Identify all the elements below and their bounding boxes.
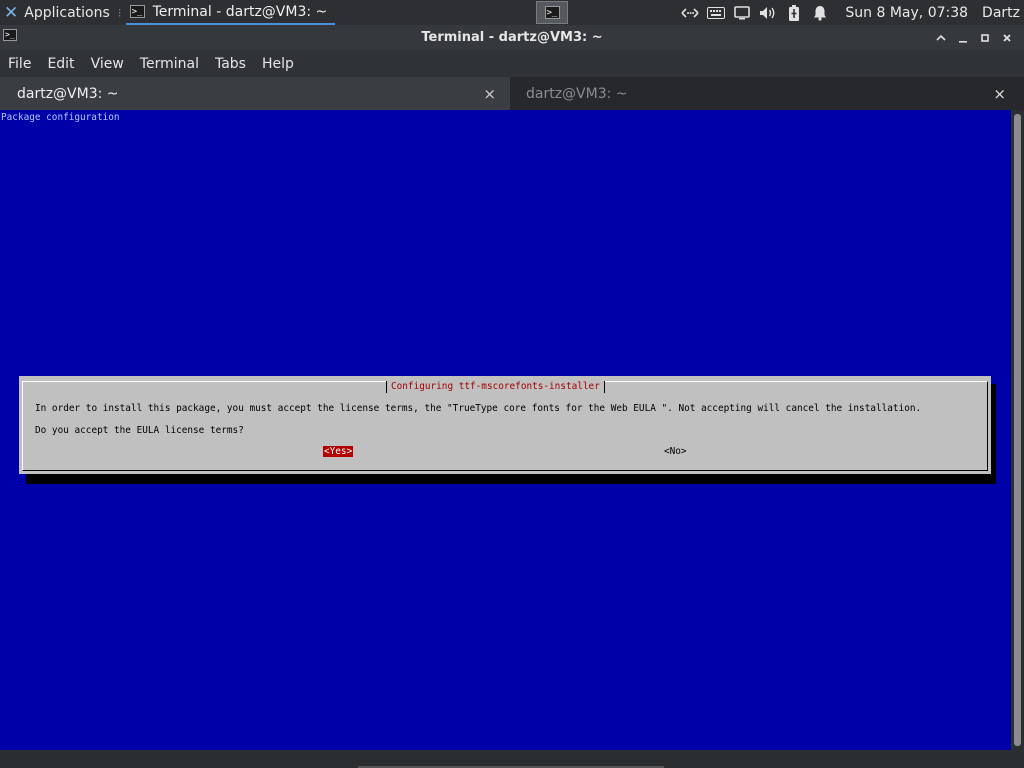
terminal-launcher-button[interactable]: >_: [536, 1, 568, 24]
dialog-frame: Configuring ttf-mscorefonts-installer In…: [22, 381, 988, 471]
window-title: Terminal - dartz@VM3: ~: [421, 30, 603, 45]
dialog-question: Do you accept the EULA license terms?: [35, 425, 244, 436]
volume-icon[interactable]: [758, 3, 778, 23]
close-tab-icon[interactable]: ×: [993, 85, 1006, 103]
window-titlebar[interactable]: >_ Terminal - dartz@VM3: ~: [0, 25, 1024, 50]
keyboard-icon[interactable]: [706, 3, 726, 23]
menu-help[interactable]: Help: [254, 56, 302, 72]
shade-window-icon[interactable]: [930, 27, 952, 49]
taskbar-terminal-button[interactable]: >_ Terminal - dartz@VM3: ~: [125, 0, 336, 25]
user-menu[interactable]: Dartz: [982, 5, 1020, 21]
battery-icon[interactable]: [784, 3, 804, 23]
minimize-window-icon[interactable]: [952, 27, 974, 49]
menu-edit[interactable]: Edit: [39, 56, 82, 72]
terminal-scrollbar[interactable]: [1011, 110, 1024, 750]
window-terminal-icon[interactable]: >_: [3, 29, 17, 41]
close-window-icon[interactable]: [996, 27, 1018, 49]
maximize-window-icon[interactable]: [974, 27, 996, 49]
menu-view[interactable]: View: [83, 56, 132, 72]
network-icon[interactable]: [680, 3, 700, 23]
taskbar-terminal-label: Terminal - dartz@VM3: ~: [152, 3, 328, 20]
dialog-message: In order to install this package, you mu…: [35, 403, 922, 414]
menu-bar: File Edit View Terminal Tabs Help: [0, 50, 1024, 77]
terminal-area[interactable]: Package configuration Configuring ttf-ms…: [0, 110, 1011, 750]
applications-label: Applications: [24, 4, 110, 21]
panel-handle-icon: ⁝: [117, 5, 122, 20]
window-controls: [930, 25, 1018, 50]
close-tab-icon[interactable]: ×: [483, 85, 496, 103]
notifications-bell-icon[interactable]: [810, 3, 830, 23]
package-configuration-header: Package configuration: [1, 112, 120, 123]
display-icon[interactable]: [732, 3, 752, 23]
top-panel: ✕ Applications ⁝ >_ Terminal - dartz@VM3…: [0, 0, 1024, 25]
menu-tabs[interactable]: Tabs: [207, 56, 254, 72]
menu-terminal[interactable]: Terminal: [132, 56, 207, 72]
applications-menu-button[interactable]: ✕ Applications: [0, 0, 110, 25]
tab-terminal-1[interactable]: dartz@VM3: ~ ×: [0, 77, 510, 110]
dialog-title: Configuring ttf-mscorefonts-installer: [386, 381, 605, 393]
tab-terminal-2[interactable]: dartz@VM3: ~ ×: [512, 77, 1024, 110]
tab-label: dartz@VM3: ~: [526, 85, 628, 102]
window-app-icon: >_: [3, 29, 17, 41]
no-button[interactable]: <No>: [664, 446, 687, 457]
applications-logo-icon: ✕: [4, 2, 19, 23]
terminal-icon: >_: [129, 5, 145, 18]
terminal-launcher-icon: >_: [544, 6, 560, 19]
tab-label: dartz@VM3: ~: [17, 85, 119, 102]
debconf-dialog: Configuring ttf-mscorefonts-installer In…: [19, 376, 991, 474]
menu-file[interactable]: File: [0, 56, 39, 72]
system-tray: Sun 8 May, 07:38 Dartz: [677, 0, 1024, 25]
scrollbar-thumb[interactable]: [1014, 114, 1021, 746]
tab-bar: dartz@VM3: ~ × dartz@VM3: ~ ×: [0, 77, 1024, 110]
clock[interactable]: Sun 8 May, 07:38: [845, 5, 968, 21]
yes-button[interactable]: <Yes>: [323, 446, 354, 457]
